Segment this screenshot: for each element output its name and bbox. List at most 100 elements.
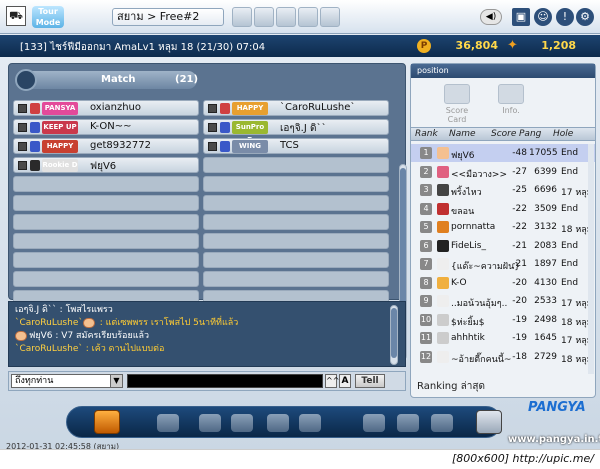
- locker-icon[interactable]: [299, 414, 321, 432]
- ranking-row[interactable]: 9 ..มอน้วนอุ้มๆ.. -20 2533 17 หลุม: [411, 292, 595, 310]
- ranking-row[interactable]: 10 $ห่ะยิ้ม$ -19 2498 18 หลุม: [411, 311, 595, 329]
- emote-button[interactable]: ^^: [325, 374, 339, 388]
- app-logo-icon[interactable]: ⛟: [6, 6, 26, 26]
- select-checkbox[interactable]: [18, 104, 27, 113]
- player-slot[interactable]: [13, 252, 199, 268]
- ranking-row[interactable]: 2 <<มือวาง>> -27 6399 End: [411, 163, 595, 181]
- player-slot[interactable]: [13, 195, 199, 211]
- ranking-scrollbar[interactable]: [588, 144, 594, 374]
- gear-icon[interactable]: ⚙: [576, 8, 594, 26]
- ranking-row[interactable]: 4 ขลอน -22 3509 End: [411, 200, 595, 218]
- scroll-thumb[interactable]: [391, 308, 397, 358]
- chat-scrollbar[interactable]: [390, 305, 398, 365]
- caddie-icon[interactable]: [231, 414, 253, 432]
- chat-target-select[interactable]: ถึงทุกท่าน ▼: [11, 374, 123, 388]
- select-checkbox[interactable]: [18, 161, 27, 170]
- rank-player-name: K-O: [451, 277, 467, 288]
- ranking-row[interactable]: 12 ~อ้ายตี๊กคนนี้~ -18 2729 18 หลุม: [411, 348, 595, 366]
- player-slot[interactable]: [203, 233, 389, 249]
- player-thumb-icon[interactable]: [232, 7, 252, 27]
- shop-icon[interactable]: [157, 414, 179, 432]
- friend-icon[interactable]: [397, 414, 419, 432]
- ranking-row[interactable]: 6 FideLis_ -21 2083 End: [411, 237, 595, 255]
- player-slot[interactable]: [203, 214, 389, 230]
- volume-icon[interactable]: ◀): [480, 9, 502, 25]
- rank-player-name: pornnatta: [451, 222, 496, 232]
- level-badge-icon: [220, 103, 230, 114]
- chevron-down-icon[interactable]: ▼: [110, 375, 122, 387]
- player-slot[interactable]: [13, 176, 199, 192]
- ranking-row[interactable]: 3 พริ้งไหว -25 6696 17 หลุม: [411, 181, 595, 199]
- window-icon[interactable]: ▣: [512, 8, 530, 26]
- rank-number: 11: [420, 332, 432, 344]
- select-checkbox[interactable]: [18, 142, 27, 151]
- tell-button[interactable]: Tell: [355, 374, 385, 388]
- alert-icon[interactable]: !: [556, 8, 574, 26]
- club-icon[interactable]: [199, 414, 221, 432]
- select-checkbox[interactable]: [208, 104, 217, 113]
- player-icon: [437, 276, 449, 289]
- select-checkbox[interactable]: [208, 123, 217, 132]
- player-slot[interactable]: HAPPY get8932772: [13, 138, 199, 154]
- player-thumb-icon[interactable]: [298, 7, 318, 27]
- player-icon: [437, 258, 449, 270]
- select-checkbox[interactable]: [208, 142, 217, 151]
- ranking-row[interactable]: 1 ฟยุV6 -48 17055 End: [411, 144, 595, 162]
- messenger-icon[interactable]: ☺: [534, 8, 552, 26]
- ranking-row[interactable]: 7 {แด๊ะ~ความฝัน} -21 1897 End: [411, 255, 595, 273]
- ranking-row[interactable]: 11 ahhhtik -19 1645 17 หลุม: [411, 329, 595, 347]
- scroll-thumb[interactable]: [400, 168, 406, 308]
- info-button[interactable]: Info.: [491, 84, 531, 120]
- rank-hole: End: [561, 259, 579, 269]
- home-icon[interactable]: [267, 414, 289, 432]
- player-slot[interactable]: HAPPY `CaroRuLushe`: [203, 100, 389, 116]
- footer-strip: [800x600] http://upic.me/: [0, 449, 600, 469]
- player-slot[interactable]: KEEP UP K-ON~~: [13, 119, 199, 135]
- rank-player-name: ~อ้ายตี๊กคนนี้~: [451, 354, 512, 365]
- player-list-panel: Match (21) PANSYA oxianzhuo HAPPY `CaroRuLu…: [8, 63, 407, 360]
- player-thumb-icon[interactable]: [254, 7, 274, 27]
- rank-number: 1: [420, 147, 432, 159]
- player-slot[interactable]: [203, 195, 389, 211]
- player-slot[interactable]: PANSYA oxianzhuo: [13, 100, 199, 116]
- player-slot[interactable]: [13, 233, 199, 249]
- rank-score: -22: [512, 222, 527, 232]
- rank-player-name: $ห่ะยิ้ม$: [451, 317, 485, 328]
- ranking-row[interactable]: 8 K-O -20 4130 End: [411, 274, 595, 292]
- select-checkbox[interactable]: [18, 123, 27, 132]
- rank-player-name: พริ้งไหว: [451, 188, 482, 198]
- guild-icon[interactable]: [431, 414, 453, 432]
- match-tab[interactable]: Match (21): [15, 69, 198, 91]
- exit-button[interactable]: [94, 410, 120, 434]
- player-slot[interactable]: Rookie D ฟยุV6: [13, 157, 199, 173]
- player-slot[interactable]: SunPro D เอๆจิ.J ดิ``: [203, 119, 389, 144]
- guild-emblem: HAPPY: [42, 140, 78, 153]
- player-name: เอๆจิ.J ดิ``: [280, 123, 327, 134]
- player-slot[interactable]: [203, 252, 389, 268]
- player-slot[interactable]: [203, 157, 389, 173]
- chat-line: เอๆจิ.J ดิ`` : โพสไรแพรว: [15, 305, 113, 315]
- chat-log: เอๆจิ.J ดิ`` : โพสไรแพรว `CaroRuLushe` :…: [8, 301, 406, 367]
- rank-pang: 6399: [534, 166, 557, 177]
- player-slot[interactable]: [203, 176, 389, 192]
- player-slot[interactable]: [13, 271, 199, 287]
- player-slot[interactable]: [203, 271, 389, 287]
- player-thumb-icon[interactable]: [320, 7, 340, 27]
- player-thumb-icon[interactable]: [276, 7, 296, 27]
- score-card-button[interactable]: Score Card: [437, 84, 477, 124]
- mail-icon[interactable]: [363, 414, 385, 432]
- rank-player-name: FideLis_: [451, 240, 486, 251]
- col-score: Score: [491, 129, 517, 139]
- rank-score: -20: [512, 296, 527, 306]
- player-slot[interactable]: [13, 214, 199, 230]
- rank-score: -21: [512, 240, 527, 251]
- player-icon: [437, 313, 449, 326]
- chat-input[interactable]: [127, 374, 323, 388]
- position-panel: position Score Card Info. Rank Name Scor…: [410, 63, 596, 398]
- help-button[interactable]: [476, 410, 502, 434]
- player-slot[interactable]: WING TCS: [203, 138, 389, 154]
- match-knob-icon: [15, 69, 37, 91]
- ranking-row[interactable]: 5 pornnatta -22 3132 18 หลุม: [411, 218, 595, 236]
- rank-number: 4: [420, 202, 432, 215]
- font-button[interactable]: A: [339, 374, 351, 388]
